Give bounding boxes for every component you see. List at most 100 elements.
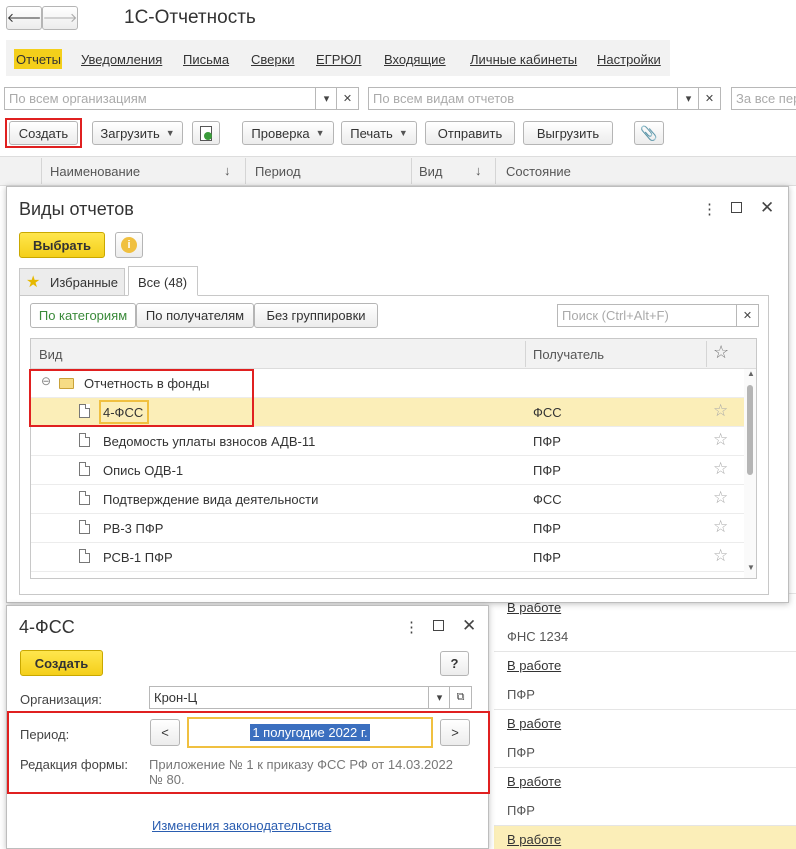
favorite-star-icon[interactable]: ☆ bbox=[713, 517, 728, 537]
table-row[interactable]: РВ-3 ПФР ПФР ☆ bbox=[31, 514, 745, 543]
tab-all[interactable]: Все (48) bbox=[128, 266, 198, 296]
row-recipient: ПФР bbox=[533, 521, 561, 536]
column-name[interactable]: Наименование bbox=[50, 164, 140, 179]
back-button[interactable]: 🡐 bbox=[6, 6, 42, 30]
menu-item-notifications[interactable]: Уведомления bbox=[81, 52, 162, 67]
close-icon[interactable]: ✕ bbox=[760, 198, 774, 218]
favorite-star-icon[interactable]: ☆ bbox=[713, 459, 728, 479]
scroll-down-icon[interactable]: ▼ bbox=[747, 563, 755, 572]
no-grouping-label: Без группировки bbox=[266, 308, 366, 323]
load-button-label: Загрузить bbox=[100, 125, 160, 141]
status-link[interactable]: В работе bbox=[507, 832, 561, 847]
no-grouping-button[interactable]: Без группировки bbox=[254, 303, 378, 328]
organization-field[interactable]: Крон-Ц bbox=[149, 686, 430, 709]
organization-open-button[interactable]: ⧉ bbox=[449, 686, 472, 709]
table-row[interactable]: Ведомость уплаты взносов АДВ-11 ПФР ☆ bbox=[31, 427, 745, 456]
edition-label: Редакция формы: bbox=[20, 757, 128, 772]
send-button[interactable]: Отправить bbox=[425, 121, 515, 145]
table-row[interactable]: 4-ФСС ФСС ☆ bbox=[31, 398, 745, 427]
report-kind-filter[interactable]: По всем видам отчетов bbox=[368, 87, 678, 110]
document-icon bbox=[79, 491, 90, 505]
close-icon: ✕ bbox=[742, 310, 753, 322]
list-header-divider bbox=[411, 158, 412, 184]
attach-button[interactable]: 📎 bbox=[634, 121, 664, 145]
column-kind[interactable]: Вид bbox=[39, 347, 63, 362]
document-icon bbox=[79, 462, 90, 476]
period-field[interactable]: 1 полугодие 2022 г. bbox=[187, 717, 433, 748]
list-row-divider bbox=[494, 709, 796, 710]
organization-filter[interactable]: По всем организациям bbox=[4, 87, 316, 110]
create-button[interactable]: Создать bbox=[9, 121, 78, 145]
menu-item-letters[interactable]: Письма bbox=[183, 52, 229, 67]
search-clear-button[interactable]: ✕ bbox=[736, 304, 759, 327]
menu-item-reconciliations[interactable]: Сверки bbox=[251, 52, 295, 67]
organization-clear-button[interactable]: ✕ bbox=[336, 87, 359, 110]
column-kind[interactable]: Вид bbox=[419, 164, 443, 179]
column-recipient[interactable]: Получатель bbox=[533, 347, 604, 362]
tab-favorites[interactable]: ★ Избранные bbox=[19, 268, 125, 295]
document-icon bbox=[79, 404, 90, 418]
close-icon[interactable]: ✕ bbox=[462, 616, 476, 636]
menu-item-accounts[interactable]: Личные кабинеты bbox=[470, 52, 577, 67]
recipient-text: ФНС 1234 bbox=[507, 629, 569, 644]
favorite-star-icon[interactable]: ☆ bbox=[713, 430, 728, 450]
collapse-icon[interactable]: ⊖ bbox=[41, 374, 51, 388]
column-state[interactable]: Состояние bbox=[506, 164, 571, 179]
period-filter[interactable]: За все пер bbox=[731, 87, 796, 110]
choose-button[interactable]: Выбрать bbox=[19, 232, 105, 258]
table-header-divider bbox=[706, 341, 707, 367]
report-kind-dropdown-button[interactable]: ▾ bbox=[677, 87, 700, 110]
scroll-up-icon[interactable]: ▲ bbox=[747, 369, 755, 378]
status-link[interactable]: В работе bbox=[507, 716, 561, 731]
close-icon: ✕ bbox=[704, 93, 715, 105]
print-button[interactable]: Печать ▼ bbox=[341, 121, 417, 145]
save-file-button[interactable] bbox=[192, 121, 220, 145]
organization-dropdown-button[interactable]: ▾ bbox=[315, 87, 338, 110]
table-row[interactable]: Опись ОДВ-1 ПФР ☆ bbox=[31, 456, 745, 485]
column-period[interactable]: Период bbox=[255, 164, 301, 179]
period-next-button[interactable]: > bbox=[440, 719, 470, 746]
maximize-icon[interactable] bbox=[731, 202, 742, 213]
menu-item-incoming[interactable]: Входящие bbox=[384, 52, 446, 67]
menu-item-reports[interactable]: Отчеты bbox=[16, 52, 61, 67]
table-row[interactable]: Подтверждение вида деятельности ФСС ☆ bbox=[31, 485, 745, 514]
group-by-category-button[interactable]: По категориям bbox=[30, 303, 136, 328]
export-button[interactable]: Выгрузить bbox=[523, 121, 613, 145]
more-icon[interactable]: ⋮ bbox=[404, 618, 419, 636]
favorite-star-icon[interactable]: ☆ bbox=[713, 401, 728, 421]
group-by-recipient-button[interactable]: По получателям bbox=[136, 303, 254, 328]
group-by-recipient-label: По получателям bbox=[145, 308, 245, 323]
status-link[interactable]: В работе bbox=[507, 658, 561, 673]
export-button-label: Выгрузить bbox=[536, 125, 600, 141]
scrollbar[interactable]: ▲ ▼ bbox=[744, 369, 756, 578]
forward-button[interactable]: 🡒 bbox=[42, 6, 78, 30]
law-changes-link[interactable]: Изменения законодательства bbox=[152, 818, 331, 833]
search-input[interactable]: Поиск (Ctrl+Alt+F) bbox=[557, 304, 737, 327]
sort-arrow-icon: ↓ bbox=[224, 163, 231, 178]
close-icon: ✕ bbox=[342, 93, 353, 105]
help-button[interactable]: ? bbox=[440, 651, 469, 676]
favorite-column-star-icon[interactable]: ☆ bbox=[713, 342, 729, 363]
menu-item-egrul[interactable]: ЕГРЮЛ bbox=[316, 52, 361, 67]
favorite-star-icon[interactable]: ☆ bbox=[713, 488, 728, 508]
more-icon[interactable]: ⋮ bbox=[702, 200, 717, 218]
period-prev-button[interactable]: < bbox=[150, 719, 180, 746]
menu-item-settings[interactable]: Настройки bbox=[597, 52, 661, 67]
group-row[interactable]: ⊖ Отчетность в фонды bbox=[31, 369, 745, 398]
check-button[interactable]: Проверка ▼ bbox=[242, 121, 334, 145]
maximize-icon[interactable] bbox=[433, 620, 444, 631]
row-name: РСВ-1 ПФР bbox=[103, 550, 173, 565]
create-report-button[interactable]: Создать bbox=[20, 650, 103, 676]
status-link[interactable]: В работе bbox=[507, 774, 561, 789]
table-row[interactable]: РСВ-1 ПФР ПФР ☆ bbox=[31, 543, 745, 572]
scroll-thumb[interactable] bbox=[747, 385, 753, 475]
load-button[interactable]: Загрузить ▼ bbox=[92, 121, 183, 145]
window-title: 1С-Отчетность bbox=[124, 7, 256, 28]
favorite-star-icon[interactable]: ☆ bbox=[713, 546, 728, 566]
period-value: 1 полугодие 2022 г. bbox=[250, 724, 370, 741]
info-button[interactable]: i bbox=[115, 232, 143, 258]
check-button-label: Проверка bbox=[251, 125, 310, 141]
organization-dropdown-button[interactable]: ▾ bbox=[428, 686, 451, 709]
list-header-divider bbox=[245, 158, 246, 184]
report-kind-clear-button[interactable]: ✕ bbox=[698, 87, 721, 110]
